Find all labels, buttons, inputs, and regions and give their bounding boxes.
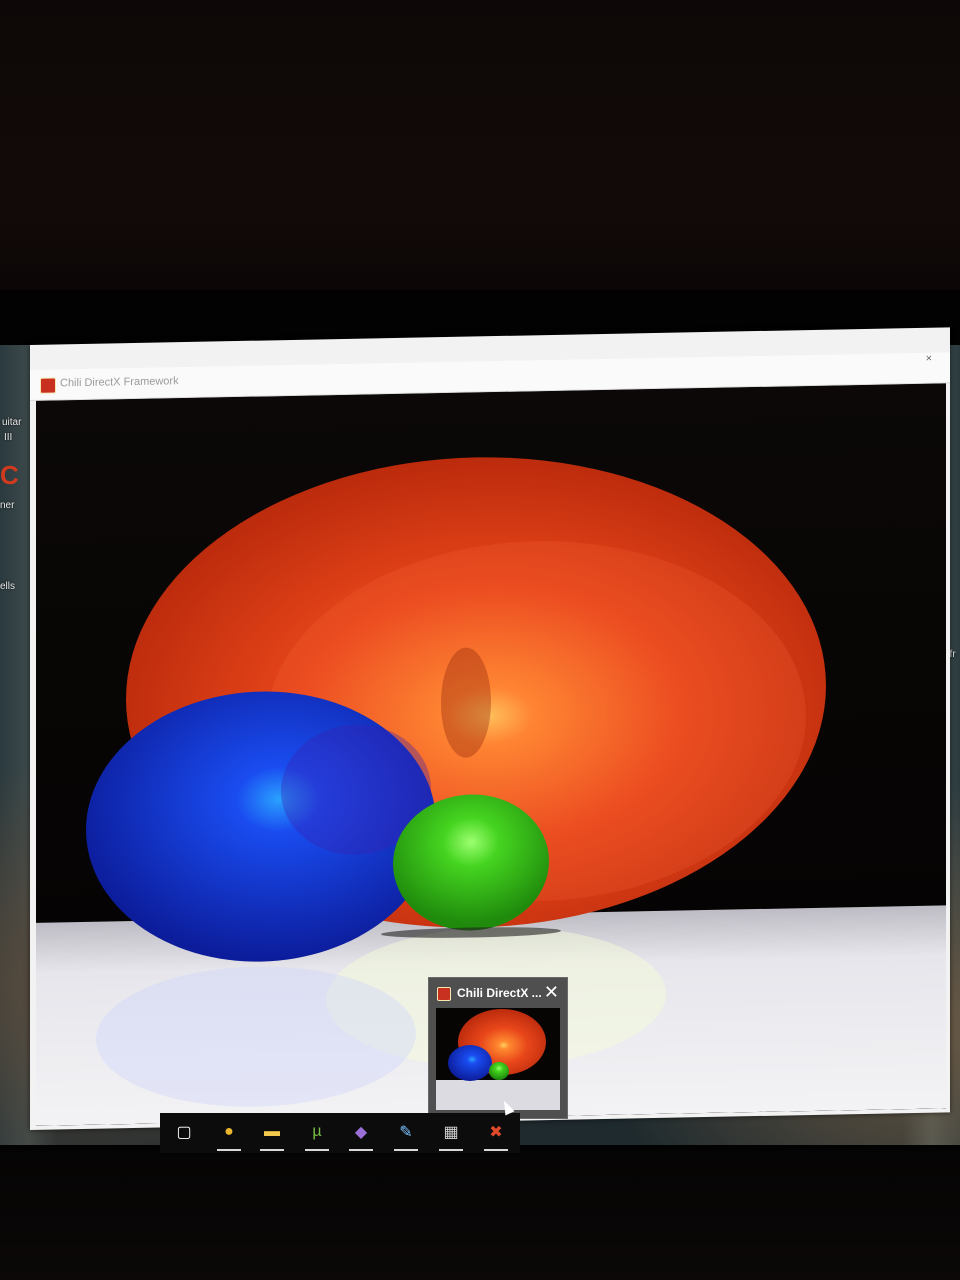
running-indicator <box>349 1149 373 1151</box>
desk-surface <box>0 1150 960 1280</box>
vs-glyph: ◆ <box>354 1124 368 1141</box>
running-indicator <box>217 1149 241 1151</box>
utorrent-glyph: µ <box>312 1123 322 1140</box>
chrome-glyph: ● <box>224 1123 234 1140</box>
desktop-app-icon[interactable]: C <box>0 460 19 491</box>
task-view-icon[interactable]: ▢ <box>170 1119 198 1145</box>
running-indicator <box>394 1149 418 1151</box>
running-indicator <box>260 1149 284 1151</box>
paint-icon[interactable]: ✎ <box>392 1119 420 1151</box>
file-explorer-icon[interactable]: ▬ <box>258 1119 286 1151</box>
running-indicator <box>484 1149 508 1151</box>
background-room <box>0 0 960 300</box>
window-title: Chili DirectX Framework <box>60 375 179 390</box>
close-icon[interactable]: × <box>926 353 932 365</box>
preview-title: Chili DirectX ... <box>457 986 542 1000</box>
chrome-icon[interactable]: ● <box>215 1119 243 1151</box>
desktop-icon-label[interactable]: ner <box>0 500 14 511</box>
paint-glyph: ✎ <box>399 1124 413 1141</box>
desktop-icon-label[interactable]: ells <box>0 581 15 592</box>
taskbar-thumbnail-preview[interactable]: Chili DirectX ... ✕ <box>428 977 568 1119</box>
preview-thumbnail[interactable] <box>436 1008 560 1110</box>
explorer-glyph: ▬ <box>264 1123 280 1140</box>
chili-framework-icon[interactable]: ✖ <box>482 1119 510 1151</box>
thumb-green-sphere <box>489 1062 509 1080</box>
desktop-icon-label[interactable]: III <box>4 432 12 443</box>
thumb-floor <box>436 1080 560 1110</box>
thumb-blue-sphere <box>448 1045 492 1081</box>
chili-glyph: ✖ <box>489 1124 503 1141</box>
desktop-icon-label[interactable]: uitar <box>2 417 21 428</box>
calc-glyph: ▦ <box>443 1124 459 1141</box>
chili-app-icon <box>40 377 56 394</box>
taskbar: ▢ ● ▬ µ ◆ ✎ ▦ ✖ <box>160 1113 520 1153</box>
calculator-icon[interactable]: ▦ <box>437 1119 465 1151</box>
running-indicator <box>305 1149 329 1151</box>
chili-app-icon <box>437 987 451 1001</box>
utorrent-icon[interactable]: µ <box>303 1119 331 1151</box>
visual-studio-icon[interactable]: ◆ <box>347 1119 375 1151</box>
running-indicator <box>439 1149 463 1151</box>
sphere-shadow <box>441 647 491 758</box>
close-icon[interactable]: ✕ <box>544 982 559 1003</box>
